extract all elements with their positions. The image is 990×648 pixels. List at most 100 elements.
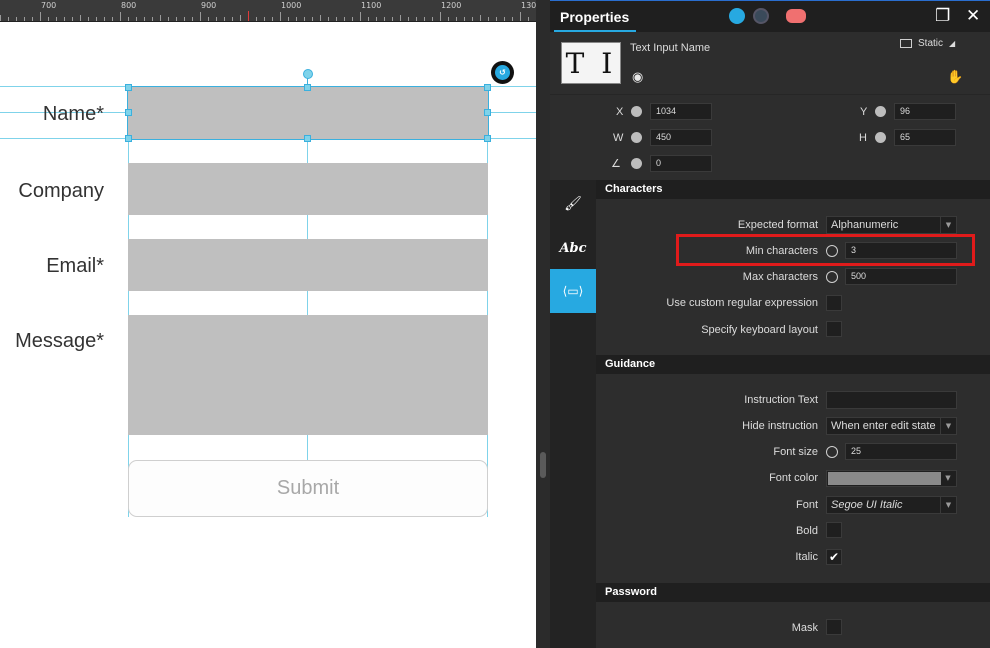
ruler-tick — [512, 17, 513, 21]
resize-handle[interactable] — [125, 109, 132, 116]
y-label: Y — [860, 106, 868, 118]
object-name[interactable]: Text Input Name — [630, 42, 710, 54]
widget-tab[interactable]: ⟨▭⟩ — [550, 269, 596, 313]
design-canvas[interactable]: 700 800 900 1000 1100 1200 130 Name* Com… — [0, 0, 536, 648]
ruler-tick — [472, 17, 473, 21]
angle-input[interactable]: 0 — [650, 155, 712, 172]
y-toggle-dot[interactable] — [875, 106, 886, 117]
password-section-header[interactable]: Password — [596, 583, 990, 602]
globe-icon[interactable] — [753, 8, 769, 24]
ruler-tick — [256, 17, 257, 21]
resize-handle[interactable] — [484, 135, 491, 142]
font-dropdown[interactable]: Segoe UI Italic ▼ — [826, 496, 957, 514]
ruler-tick — [344, 17, 345, 21]
mode-dropdown[interactable]: Static ◢ — [900, 38, 955, 49]
keyboard-layout-checkbox[interactable] — [826, 321, 842, 337]
close-icon[interactable]: ✕ — [966, 6, 980, 26]
hand-icon[interactable]: ✋ — [947, 70, 963, 85]
custom-regex-label: Use custom regular expression — [666, 297, 818, 309]
instruction-text-input[interactable] — [826, 391, 957, 409]
panel-header: Properties ❐ ✕ — [550, 0, 990, 32]
panel-splitter[interactable] — [536, 0, 550, 648]
y-input[interactable]: 96 — [894, 103, 956, 120]
ruler-tick — [408, 17, 409, 21]
interaction-badge[interactable]: ↺ — [491, 61, 514, 84]
font-size-input[interactable]: 25 — [845, 443, 957, 460]
ruler-tick — [184, 17, 185, 21]
company-input-field[interactable] — [128, 163, 488, 215]
resize-handle[interactable] — [484, 109, 491, 116]
submit-button[interactable]: Submit — [128, 460, 488, 517]
style-tab[interactable]: 🖌 — [550, 182, 596, 226]
message-input-field[interactable] — [128, 315, 488, 435]
ruler-tick — [488, 17, 489, 21]
h-toggle-dot[interactable] — [875, 132, 886, 143]
eraser-icon[interactable] — [786, 9, 806, 23]
name-input-field[interactable] — [127, 86, 489, 140]
ruler-tick — [128, 17, 129, 21]
expected-format-value: Alphanumeric — [831, 219, 899, 231]
w-label: W — [613, 132, 624, 144]
object-info: T I Text Input Name ◉ Static ◢ ✋ — [550, 32, 990, 94]
w-toggle-dot[interactable] — [631, 132, 642, 143]
instruction-text-label: Instruction Text — [744, 394, 818, 406]
mask-checkbox[interactable] — [826, 619, 842, 635]
custom-regex-checkbox[interactable] — [826, 295, 842, 311]
ruler-tick — [0, 15, 1, 21]
resize-handle[interactable] — [304, 135, 311, 142]
italic-checkbox[interactable]: ✔ — [826, 549, 842, 565]
resize-handle[interactable] — [125, 135, 132, 142]
resize-handle[interactable] — [484, 84, 491, 91]
email-input-field[interactable] — [128, 239, 488, 291]
font-color-picker[interactable]: ▼ — [826, 470, 957, 487]
bold-checkbox[interactable] — [826, 522, 842, 538]
max-characters-input[interactable]: 500 — [845, 268, 957, 285]
angle-icon: ∠ — [611, 158, 621, 170]
font-size-label: Font size — [773, 446, 818, 458]
ruler-tick — [232, 17, 233, 21]
ruler-tick — [80, 15, 81, 21]
company-label: Company — [18, 180, 104, 202]
ruler-tick — [400, 15, 401, 21]
x-toggle-dot[interactable] — [631, 106, 642, 117]
ruler-tick — [16, 17, 17, 21]
ruler-tick — [480, 15, 481, 21]
max-characters-toggle[interactable] — [826, 271, 838, 283]
ruler-tick — [352, 17, 353, 21]
expected-format-dropdown[interactable]: Alphanumeric ▼ — [826, 216, 957, 234]
ruler-tick — [72, 17, 73, 21]
side-tabs: 🖌 Abc ⟨▭⟩ — [550, 180, 596, 648]
interaction-mode-icon[interactable] — [729, 8, 745, 24]
ruler-tick — [104, 17, 105, 21]
interaction-icon: ↺ — [495, 65, 510, 80]
rotation-handle[interactable] — [303, 69, 313, 79]
keyboard-layout-label: Specify keyboard layout — [701, 324, 818, 336]
guidance-section-header[interactable]: Guidance — [596, 355, 990, 374]
x-input[interactable]: 1034 — [650, 103, 712, 120]
resize-handle[interactable] — [125, 84, 132, 91]
ruler-tick — [328, 17, 329, 21]
ruler-tick — [208, 17, 209, 21]
ruler-tick — [384, 17, 385, 21]
restore-icon[interactable]: ❐ — [935, 6, 950, 26]
ruler-tick — [8, 17, 9, 21]
expected-format-label: Expected format — [737, 219, 818, 231]
ruler-tick — [96, 17, 97, 21]
font-size-toggle[interactable] — [826, 446, 838, 458]
hide-instruction-dropdown[interactable]: When enter edit state ▼ — [826, 417, 957, 435]
angle-toggle-dot[interactable] — [631, 158, 642, 169]
resize-handle[interactable] — [304, 84, 311, 91]
text-tab[interactable]: Abc — [550, 226, 596, 270]
ruler-position-marker — [248, 11, 249, 21]
w-input[interactable]: 450 — [650, 129, 712, 146]
ruler-label: 700 — [41, 1, 57, 10]
splitter-grip[interactable] — [540, 452, 546, 478]
ruler-tick — [360, 12, 361, 21]
ruler-tick — [296, 17, 297, 21]
eye-icon[interactable]: ◉ — [632, 70, 643, 85]
mode-label: Static — [918, 38, 944, 49]
ruler-label: 1200 — [441, 1, 462, 10]
h-input[interactable]: 65 — [894, 129, 956, 146]
message-label: Message* — [15, 330, 104, 352]
characters-section-header[interactable]: Characters — [596, 180, 990, 199]
